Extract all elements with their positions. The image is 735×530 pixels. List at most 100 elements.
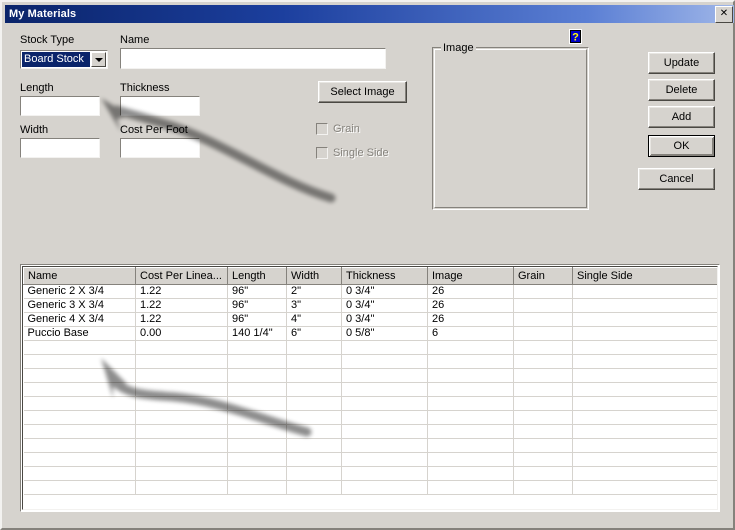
table-cell[interactable]: 0 3/4" (341, 298, 428, 313)
table-cell[interactable] (513, 284, 573, 299)
column-header[interactable]: Name (23, 267, 136, 285)
table-cell[interactable] (513, 368, 573, 383)
table-cell[interactable] (341, 438, 428, 453)
table-row[interactable]: Generic 4 X 3/4 1.22 96" 4" 0 3/4" 26 (23, 312, 717, 327)
table-cell[interactable] (286, 480, 342, 495)
table-cell[interactable] (572, 396, 717, 411)
table-cell[interactable] (135, 466, 228, 481)
table-cell[interactable] (513, 298, 573, 313)
delete-button[interactable]: Delete (648, 79, 715, 101)
table-cell[interactable]: 0 3/4" (341, 312, 428, 327)
table-cell[interactable] (227, 438, 287, 453)
table-row[interactable] (23, 410, 717, 425)
table-cell[interactable] (135, 424, 228, 439)
table-cell[interactable] (23, 340, 136, 355)
table-cell[interactable] (135, 410, 228, 425)
table-cell[interactable]: 96" (227, 312, 287, 327)
table-cell[interactable] (286, 368, 342, 383)
table-cell[interactable] (341, 382, 428, 397)
table-cell[interactable] (513, 382, 573, 397)
table-cell[interactable] (135, 354, 228, 369)
table-cell[interactable] (227, 396, 287, 411)
table-cell[interactable] (23, 368, 136, 383)
table-cell[interactable] (227, 452, 287, 467)
column-header[interactable]: Width (286, 267, 342, 285)
table-cell[interactable] (286, 410, 342, 425)
table-cell[interactable] (135, 480, 228, 495)
table-cell[interactable] (227, 480, 287, 495)
table-cell[interactable] (227, 368, 287, 383)
table-cell[interactable]: 1.22 (135, 312, 228, 327)
table-cell[interactable] (572, 452, 717, 467)
materials-grid[interactable]: Name Cost Per Linea... Length Width Thicknes… (20, 264, 720, 512)
table-cell[interactable] (286, 466, 342, 481)
table-cell[interactable] (227, 382, 287, 397)
select-image-button[interactable]: Select Image (318, 81, 407, 103)
table-cell[interactable] (341, 480, 428, 495)
table-cell[interactable]: Generic 4 X 3/4 (23, 312, 136, 327)
table-cell[interactable] (572, 368, 717, 383)
table-cell[interactable] (227, 340, 287, 355)
stock-type-dropdown[interactable]: Board Stock (19, 49, 109, 70)
table-cell[interactable] (427, 410, 514, 425)
table-cell[interactable] (572, 354, 717, 369)
table-cell[interactable]: 26 (427, 284, 514, 299)
column-header[interactable]: Image (427, 267, 514, 285)
table-cell[interactable] (341, 466, 428, 481)
table-cell[interactable] (286, 354, 342, 369)
table-cell[interactable]: 2" (286, 284, 342, 299)
cost-per-foot-input[interactable] (119, 137, 201, 159)
table-cell[interactable]: Puccio Base (23, 326, 136, 341)
table-cell[interactable] (135, 452, 228, 467)
table-cell[interactable] (513, 452, 573, 467)
table-cell[interactable] (572, 382, 717, 397)
table-cell[interactable] (286, 340, 342, 355)
table-row[interactable] (23, 340, 717, 355)
table-cell[interactable] (427, 382, 514, 397)
thickness-input[interactable] (119, 95, 201, 117)
table-cell[interactable] (23, 466, 136, 481)
table-cell[interactable] (23, 452, 136, 467)
column-header[interactable]: Thickness (341, 267, 428, 285)
table-cell[interactable] (23, 382, 136, 397)
table-cell[interactable]: 0 5/8" (341, 326, 428, 341)
table-cell[interactable] (286, 452, 342, 467)
column-header[interactable]: Cost Per Linea... (135, 267, 228, 285)
chevron-down-icon[interactable] (91, 52, 106, 67)
table-cell[interactable] (23, 424, 136, 439)
table-cell[interactable] (341, 396, 428, 411)
table-cell[interactable]: Generic 2 X 3/4 (23, 284, 136, 299)
table-cell[interactable] (23, 396, 136, 411)
table-row[interactable]: Generic 3 X 3/4 1.22 96" 3" 0 3/4" 26 (23, 298, 717, 313)
table-cell[interactable] (513, 396, 573, 411)
table-cell[interactable] (23, 410, 136, 425)
single-side-checkbox[interactable]: Single Side (315, 146, 389, 160)
table-cell[interactable] (513, 480, 573, 495)
length-input[interactable] (19, 95, 101, 117)
update-button[interactable]: Update (648, 52, 715, 74)
table-cell[interactable] (135, 396, 228, 411)
table-cell[interactable]: 6" (286, 326, 342, 341)
table-cell[interactable] (572, 466, 717, 481)
table-cell[interactable] (286, 382, 342, 397)
table-cell[interactable] (427, 438, 514, 453)
table-cell[interactable] (572, 284, 717, 299)
ok-button[interactable]: OK (648, 135, 715, 157)
table-row[interactable] (23, 466, 717, 481)
table-cell[interactable] (427, 396, 514, 411)
table-cell[interactable] (572, 480, 717, 495)
table-cell[interactable] (286, 396, 342, 411)
table-row[interactable]: Puccio Base 0.00 140 1/4" 6" 0 5/8" 6 (23, 326, 717, 341)
table-cell[interactable]: 1.22 (135, 298, 228, 313)
table-cell[interactable] (572, 326, 717, 341)
table-row[interactable] (23, 480, 717, 495)
table-cell[interactable] (135, 382, 228, 397)
table-cell[interactable] (341, 340, 428, 355)
table-cell[interactable] (513, 424, 573, 439)
width-input[interactable] (19, 137, 101, 159)
table-row[interactable] (23, 452, 717, 467)
table-cell[interactable] (513, 312, 573, 327)
table-cell[interactable]: 3" (286, 298, 342, 313)
table-cell[interactable] (572, 298, 717, 313)
column-header[interactable]: Grain (513, 267, 573, 285)
